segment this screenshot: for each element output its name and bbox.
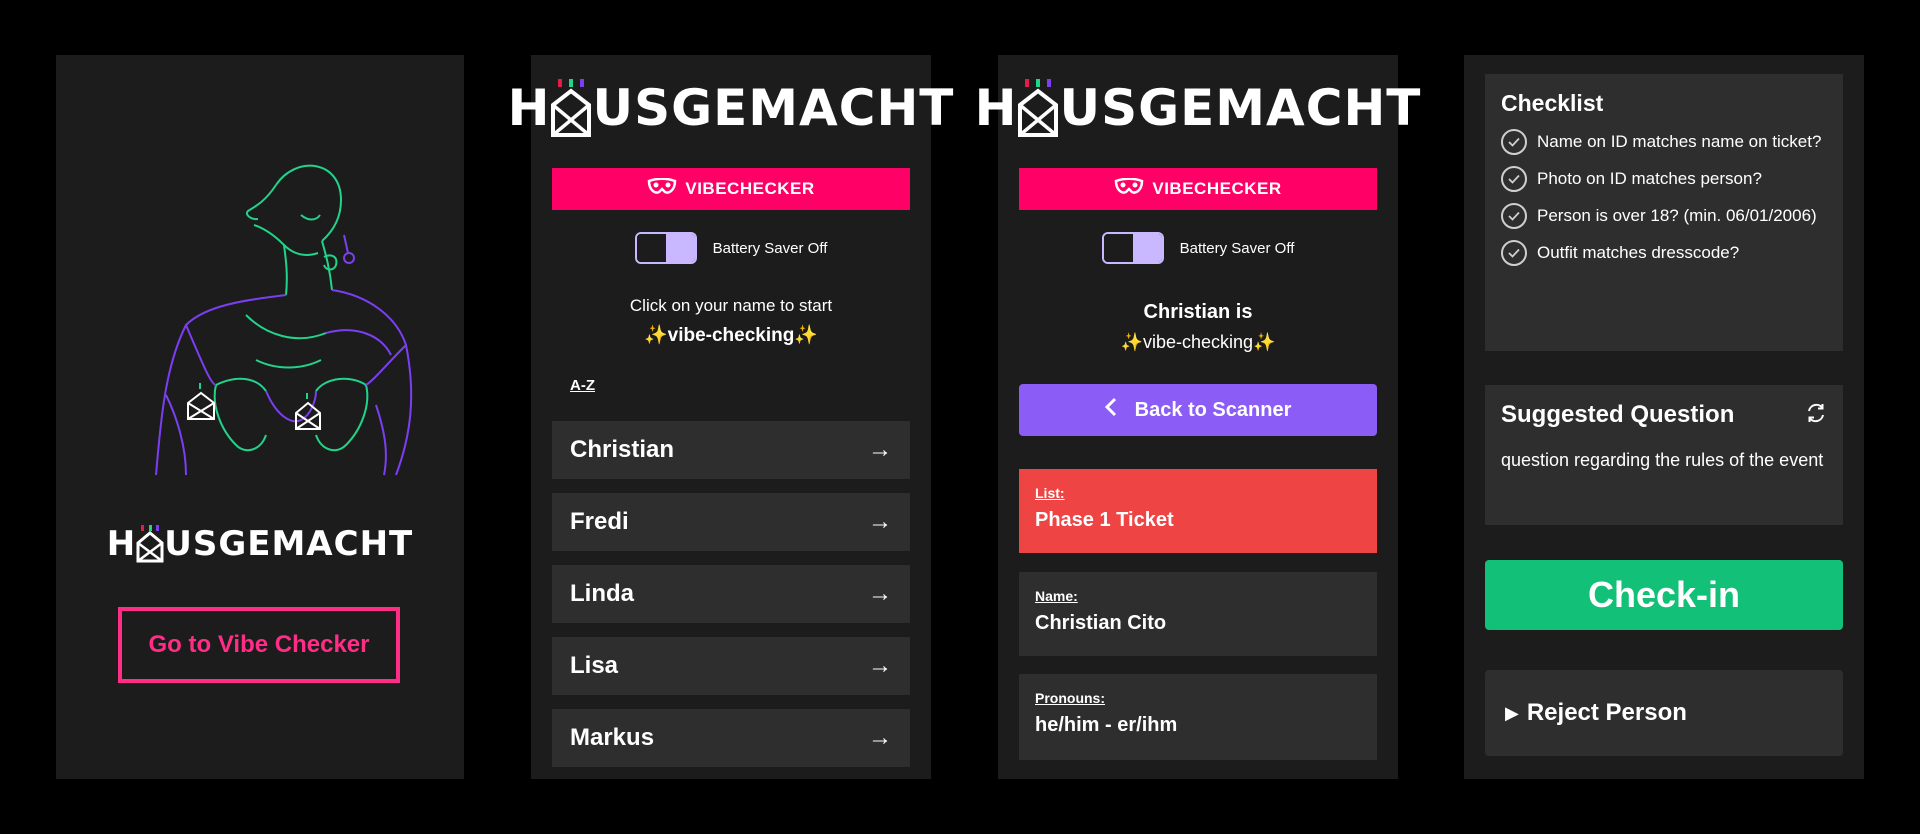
guest-name-value: Christian Cito — [1035, 612, 1167, 634]
list-item-name: Christian — [570, 436, 675, 463]
house-icon — [1017, 79, 1059, 137]
checklist-item[interactable]: Person is over 18? (min. 06/01/2006) — [1501, 201, 1827, 230]
reject-person-label: Reject Person — [1526, 699, 1687, 726]
logo-prefix: H — [974, 79, 1018, 137]
reject-person-toggle[interactable]: ▶ Reject Person — [1485, 670, 1843, 756]
suggested-question-panel: Suggested Question question regarding th… — [1485, 385, 1843, 525]
ticket-list-field: List: Phase 1 Ticket — [1019, 469, 1377, 553]
brand-logo: H USGEMACHT — [975, 79, 1420, 137]
suggested-question-header: Suggested Question — [1501, 401, 1827, 429]
list-item[interactable]: Linda → — [552, 565, 910, 623]
back-to-scanner-label: Back to Scanner — [1134, 398, 1292, 421]
house-icon — [136, 525, 164, 563]
check-circle-icon — [1501, 203, 1527, 229]
checklist-item-text: Photo on ID matches person? — [1537, 169, 1762, 188]
list-item-name: Markus — [570, 724, 655, 751]
arrow-right-icon: → — [868, 580, 892, 607]
list-item[interactable]: Fredi → — [552, 493, 910, 551]
checklist-item[interactable]: Name on ID matches name on ticket? — [1501, 127, 1827, 156]
refresh-icon[interactable] — [1805, 402, 1827, 429]
list-item[interactable]: Lisa → — [552, 637, 910, 695]
name-list: Christian → Fredi → Linda → Lisa → Marku… — [552, 421, 910, 781]
ticket-details-screen: H USGEMACHT VIBECHECKER Battery Saver Of… — [975, 55, 1420, 779]
suggested-question-title: Suggested Question — [1501, 401, 1735, 428]
logo-suffix: USGEMACHT — [164, 524, 414, 564]
ticket-list-label: List: — [1035, 485, 1065, 501]
vibe-checking-line: ✨vibe-checking✨ — [1120, 332, 1276, 352]
go-to-vibe-checker-button[interactable]: Go to Vibe Checker — [118, 607, 400, 683]
splash-screen: H USGEMACHT Go to Vibe Checker — [56, 55, 464, 779]
logo-prefix: H — [507, 79, 551, 137]
guest-name-label: Name: — [1035, 588, 1078, 604]
checklist-item[interactable]: Outfit matches dresscode? — [1501, 238, 1827, 267]
check-circle-icon — [1501, 240, 1527, 266]
house-icon — [550, 79, 592, 137]
battery-saver-toggle[interactable] — [634, 232, 697, 264]
checker-name-line: Christian is — [1143, 301, 1253, 323]
checkin-screen: Checklist Name on ID matches name on tic… — [1464, 55, 1864, 779]
battery-saver-row: Battery Saver Off — [998, 231, 1398, 265]
pronouns-label: Pronouns: — [1035, 690, 1105, 706]
battery-saver-toggle[interactable] — [1101, 232, 1164, 264]
list-item-name: Fredi — [570, 508, 629, 535]
check-circle-icon — [1501, 129, 1527, 155]
pronouns-value: he/him - er/ihm — [1035, 714, 1178, 736]
check-in-button[interactable]: Check-in — [1485, 560, 1843, 630]
vibechecker-label: VIBECHECKER — [685, 179, 815, 198]
list-item[interactable]: Christian → — [552, 421, 910, 479]
checklist-panel: Checklist Name on ID matches name on tic… — [1485, 74, 1843, 351]
arrow-right-icon: → — [868, 652, 892, 679]
checklist-item[interactable]: Photo on ID matches person? — [1501, 164, 1827, 193]
logo-suffix: USGEMACHT — [592, 79, 955, 137]
list-item-name: Lisa — [570, 652, 619, 679]
battery-saver-label: Battery Saver Off — [1179, 239, 1295, 257]
intro-text: Click on your name to start ✨vibe-checki… — [531, 291, 931, 351]
checker-status-text: Christian is ✨vibe-checking✨ — [998, 297, 1398, 357]
vibechecker-label: VIBECHECKER — [1152, 179, 1282, 198]
arrow-right-icon: → — [868, 508, 892, 535]
checklist-item-text: Person is over 18? (min. 06/01/2006) — [1537, 206, 1817, 225]
triangle-right-icon: ▶ — [1505, 702, 1519, 723]
intro-line-2: ✨vibe-checking✨ — [643, 325, 819, 346]
neon-figure-illustration — [155, 164, 413, 476]
intro-line-1: Click on your name to start — [629, 296, 833, 315]
back-to-scanner-button[interactable]: Back to Scanner — [1019, 384, 1377, 436]
ticket-list-value: Phase 1 Ticket — [1035, 509, 1174, 531]
pronouns-field: Pronouns: he/him - er/ihm — [1019, 674, 1377, 760]
logo-prefix: H — [106, 524, 137, 564]
brand-logo: H USGEMACHT — [508, 79, 953, 137]
guest-name-field: Name: Christian Cito — [1019, 572, 1377, 656]
mask-icon — [1114, 177, 1144, 201]
checklist-item-text: Name on ID matches name on ticket? — [1537, 132, 1822, 151]
name-selection-screen: H USGEMACHT VIBECHECKER Battery Saver Of… — [508, 55, 953, 781]
checklist-item-text: Outfit matches dresscode? — [1537, 243, 1740, 262]
arrow-right-icon: → — [868, 724, 892, 751]
logo-suffix: USGEMACHT — [1059, 79, 1422, 137]
vibechecker-banner: VIBECHECKER — [552, 168, 910, 210]
sort-az-link[interactable]: A-Z — [570, 377, 595, 394]
brand-logo: H USGEMACHT — [56, 525, 464, 563]
checklist-title: Checklist — [1501, 90, 1604, 116]
arrow-right-icon: → — [868, 436, 892, 463]
suggested-question-text: question regarding the rules of the even… — [1501, 450, 1824, 470]
list-item-name: Linda — [570, 580, 634, 607]
chevron-left-icon — [1104, 397, 1117, 423]
list-item[interactable]: Markus → — [552, 709, 910, 767]
mask-icon — [647, 177, 677, 201]
vibechecker-banner: VIBECHECKER — [1019, 168, 1377, 210]
battery-saver-row: Battery Saver Off — [531, 231, 931, 265]
check-circle-icon — [1501, 166, 1527, 192]
battery-saver-label: Battery Saver Off — [712, 239, 828, 257]
